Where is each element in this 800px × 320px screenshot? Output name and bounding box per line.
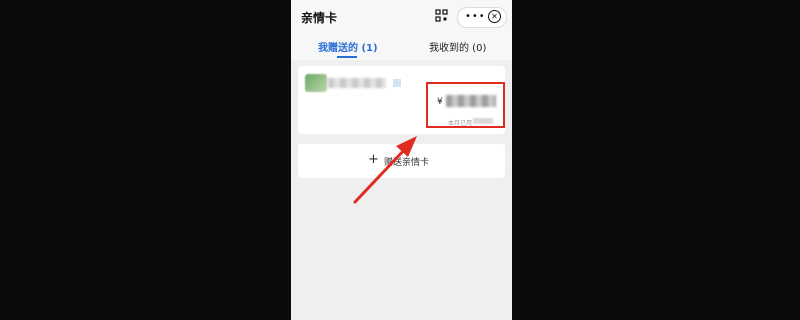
red-annotation-arrow-icon <box>353 136 417 204</box>
phone-screen: 亲情卡 ••• ✕ 我赠送的 (1) 我收到的 (0) ¥ 本月已用 + 赠送亲… <box>291 0 512 320</box>
